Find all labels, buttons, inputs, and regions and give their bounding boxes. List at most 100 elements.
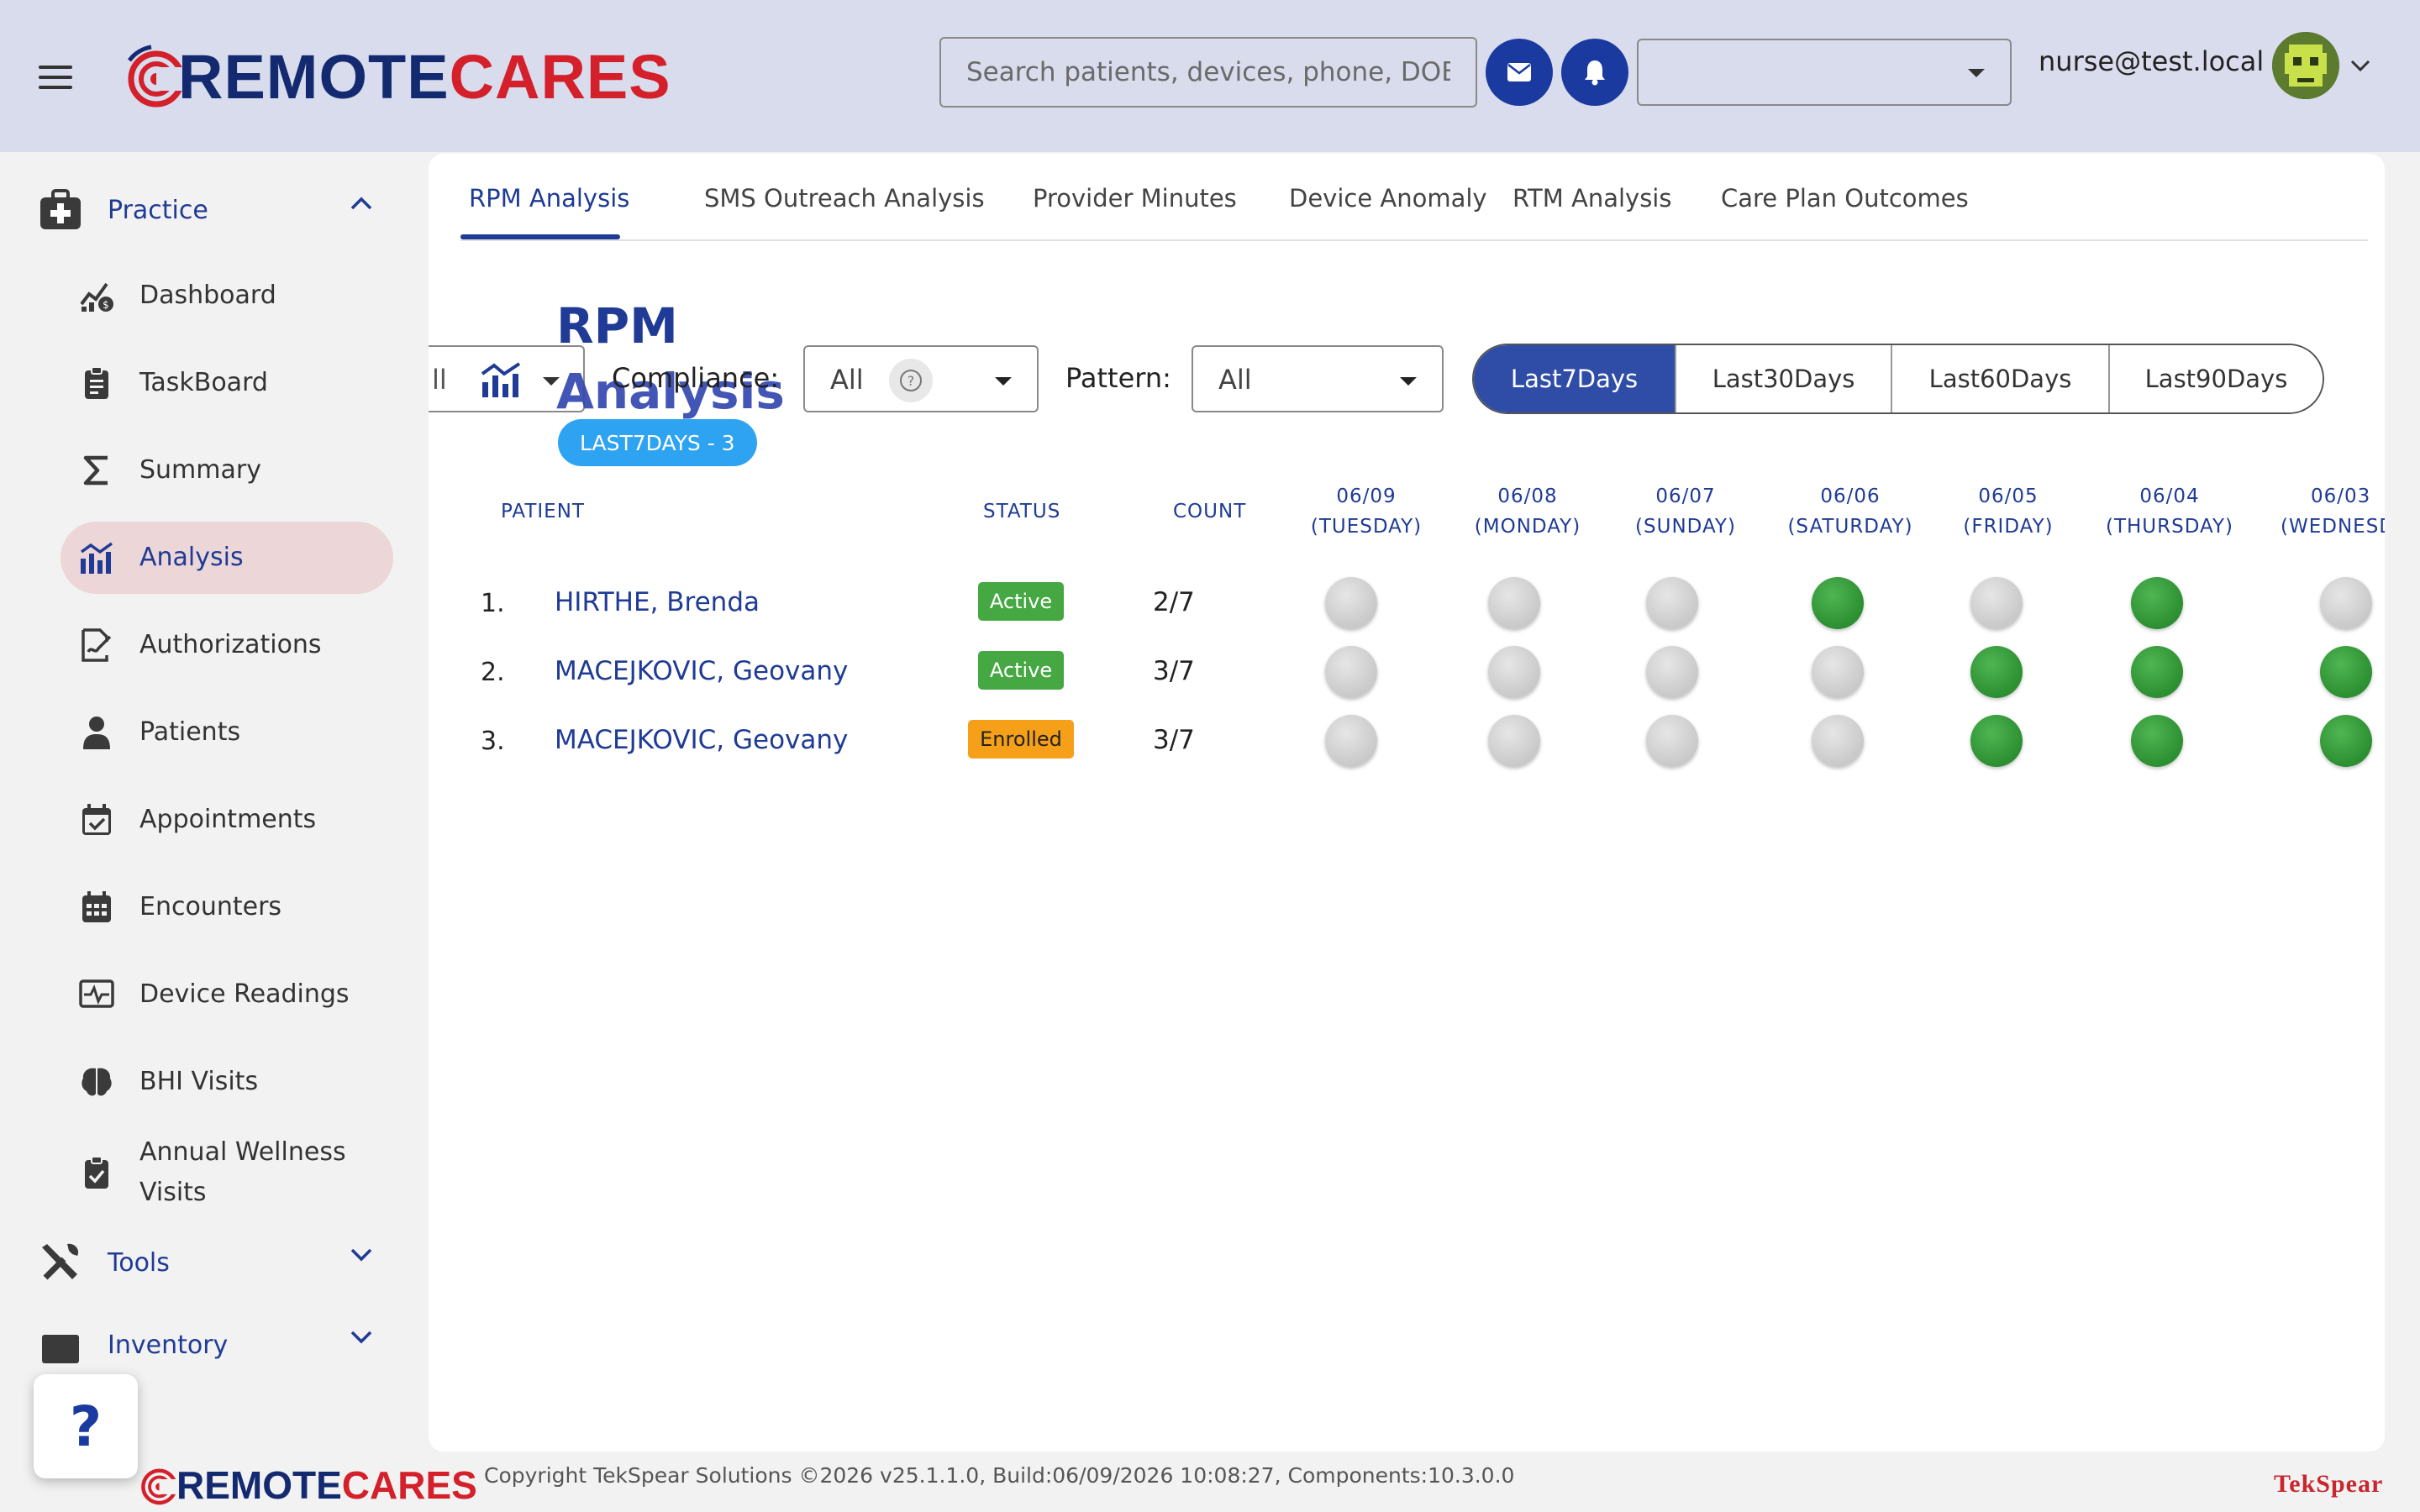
page-title-line1: RPM bbox=[556, 297, 678, 354]
tab-sms-outreach-analysis[interactable]: SMS Outreach Analysis bbox=[704, 184, 985, 213]
chevron-up-icon bbox=[350, 197, 372, 210]
column-header-patient: PATIENT bbox=[501, 501, 585, 522]
logo-text-cares: CARES bbox=[449, 41, 671, 112]
column-header-date: 06/03 bbox=[2311, 486, 2371, 507]
reading-missing-indicator bbox=[1325, 577, 1377, 629]
sidebar-item-label: Annual Wellness Visits bbox=[139, 1137, 346, 1207]
sidebar-item-authorizations[interactable]: Authorizations bbox=[60, 609, 393, 681]
sidebar-item-label: TaskBoard bbox=[139, 368, 268, 397]
vendor-logo: TekSpear bbox=[2274, 1470, 2384, 1498]
sidebar-section-practice[interactable]: Practice bbox=[39, 189, 372, 231]
avatar-icon[interactable] bbox=[2272, 32, 2339, 99]
pattern-label: Pattern: bbox=[1065, 362, 1171, 394]
clipboard-check-icon bbox=[79, 1155, 114, 1190]
sidebar-item-bhi-visits[interactable]: BHI Visits bbox=[60, 1046, 393, 1118]
sidebar-item-summary[interactable]: Summary bbox=[60, 434, 393, 507]
date-range-toggle: Last7Days Last30Days Last60Days Last90Da… bbox=[1472, 344, 2324, 414]
sidebar-item-label: Appointments bbox=[139, 805, 317, 834]
top-bar: REMOTECARES nurse@test.local bbox=[0, 0, 2420, 152]
reading-missing-indicator bbox=[1646, 577, 1698, 629]
reading-missing-indicator bbox=[1325, 646, 1377, 698]
pattern-select[interactable]: All bbox=[1192, 345, 1444, 412]
sidebar-item-encounters[interactable]: Encounters bbox=[60, 871, 393, 943]
calendar-grid-icon bbox=[79, 890, 114, 925]
column-header-day: 06/08 (MONDAY) bbox=[1460, 481, 1595, 542]
reading-received-indicator bbox=[2320, 646, 2372, 698]
patient-name-link[interactable]: HIRTHE, Brenda bbox=[555, 587, 760, 617]
column-header-weekday: (MONDAY) bbox=[1474, 516, 1581, 538]
sidebar-item-taskboard[interactable]: TaskBoard bbox=[60, 347, 393, 419]
logo-swirl-icon bbox=[141, 1468, 176, 1505]
patient-name-link[interactable]: MACEJKOVIC, Geovany bbox=[555, 725, 848, 755]
brand-logo[interactable]: REMOTE CARES bbox=[123, 39, 671, 114]
help-button[interactable]: ? bbox=[34, 1374, 138, 1478]
range-last90days-button[interactable]: Last90Days bbox=[2108, 345, 2323, 412]
status-badge: Active bbox=[978, 582, 1064, 621]
reading-missing-indicator bbox=[1646, 715, 1698, 767]
column-header-weekday: (SATURDAY) bbox=[1787, 516, 1913, 538]
reading-missing-indicator bbox=[1488, 577, 1540, 629]
reading-missing-indicator bbox=[1488, 646, 1540, 698]
bell-icon bbox=[1585, 60, 1605, 86]
column-header-date: 06/08 bbox=[1497, 486, 1558, 507]
user-email[interactable]: nurse@test.local bbox=[2039, 45, 2264, 77]
reading-count: 3/7 bbox=[1153, 656, 1195, 686]
sidebar-item-label: Authorizations bbox=[139, 630, 322, 659]
user-menu-chevron-icon[interactable] bbox=[2349, 59, 2371, 72]
chevron-down-icon bbox=[1968, 69, 1985, 77]
range-last30days-button[interactable]: Last30Days bbox=[1675, 345, 1891, 412]
reading-missing-indicator bbox=[1646, 646, 1698, 698]
svg-text:$: $ bbox=[103, 299, 109, 311]
period-count-badge: LAST7DAYS - 3 bbox=[558, 419, 757, 466]
sidebar-item-label: Device Readings bbox=[139, 979, 350, 1009]
hamburger-icon[interactable] bbox=[39, 66, 72, 89]
analysis-type-value: ll bbox=[432, 364, 447, 396]
column-header-day: 06/09 (TUESDAY) bbox=[1299, 481, 1434, 542]
sidebar-item-device-readings[interactable]: Device Readings bbox=[60, 958, 393, 1031]
column-header-weekday: (THURSDAY) bbox=[2105, 516, 2233, 538]
sidebar-item-analysis[interactable]: Analysis bbox=[60, 522, 393, 594]
tab-device-anomaly[interactable]: Device Anomaly bbox=[1289, 184, 1487, 213]
mail-button[interactable] bbox=[1486, 39, 1553, 106]
reading-missing-indicator bbox=[1488, 715, 1540, 767]
sidebar-item-dashboard[interactable]: $ Dashboard bbox=[60, 260, 393, 332]
footer-logo: REMOTE CARES bbox=[138, 1462, 477, 1509]
sidebar-item-label: Dashboard bbox=[139, 281, 276, 310]
search-input[interactable] bbox=[966, 57, 1450, 87]
patient-name-link[interactable]: MACEJKOVIC, Geovany bbox=[555, 656, 848, 686]
search-field[interactable] bbox=[939, 37, 1477, 108]
help-circle-icon[interactable]: ? bbox=[889, 359, 933, 402]
footer-logo-cares: CARES bbox=[341, 1463, 477, 1507]
tab-rpm-analysis[interactable]: RPM Analysis bbox=[469, 184, 629, 213]
sidebar-item-annual-wellness-visits[interactable]: Annual Wellness Visits bbox=[60, 1125, 393, 1221]
chevron-down-icon bbox=[1400, 377, 1417, 386]
row-number: 3. bbox=[481, 727, 505, 756]
chevron-down-icon bbox=[995, 377, 1012, 386]
analysis-chart-icon bbox=[79, 540, 114, 575]
sigma-icon bbox=[79, 453, 114, 488]
column-header-weekday: (WEDNESD bbox=[2281, 516, 2385, 538]
compliance-select[interactable]: All ? bbox=[803, 345, 1039, 412]
column-header-day: 06/04 (THURSDAY) bbox=[2094, 481, 2245, 542]
context-select[interactable] bbox=[1637, 39, 2012, 106]
sidebar-section-tools[interactable]: Tools bbox=[39, 1241, 372, 1284]
range-last7days-button[interactable]: Last7Days bbox=[1474, 345, 1676, 412]
clipboard-icon bbox=[79, 365, 114, 401]
sidebar-item-appointments[interactable]: Appointments bbox=[60, 784, 393, 856]
sidebar: Practice $ Dashboard TaskBoard Summary A… bbox=[0, 152, 429, 1512]
range-last60days-button[interactable]: Last60Days bbox=[1891, 345, 2108, 412]
column-header-day: 06/05 (FRIDAY) bbox=[1941, 481, 2075, 542]
column-header-date: 06/09 bbox=[1336, 486, 1397, 507]
column-header-weekday: (TUESDAY) bbox=[1310, 516, 1423, 538]
column-header-day: 06/07 (SUNDAY) bbox=[1618, 481, 1753, 542]
svg-text:?: ? bbox=[908, 373, 915, 389]
sidebar-item-patients[interactable]: Patients bbox=[60, 696, 393, 769]
tab-care-plan-outcomes[interactable]: Care Plan Outcomes bbox=[1721, 184, 1969, 213]
tab-rtm-analysis[interactable]: RTM Analysis bbox=[1512, 184, 1671, 213]
sidebar-section-inventory[interactable]: Inventory bbox=[39, 1323, 372, 1367]
tab-provider-minutes[interactable]: Provider Minutes bbox=[1033, 184, 1237, 213]
tools-icon bbox=[42, 1243, 79, 1280]
notifications-button[interactable] bbox=[1561, 39, 1628, 106]
active-tab-indicator bbox=[460, 234, 620, 239]
sidebar-item-label: Analysis bbox=[139, 543, 244, 572]
